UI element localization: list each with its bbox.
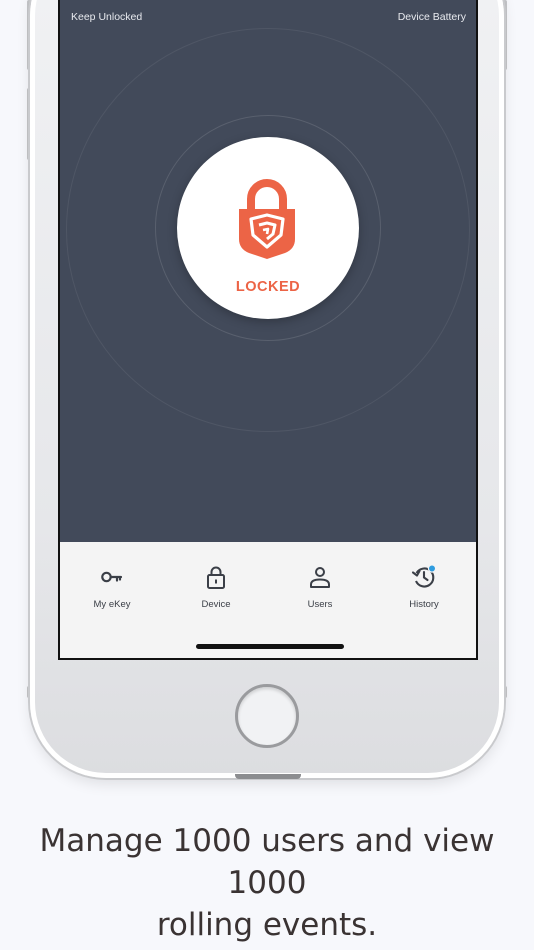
home-button[interactable] [235,684,299,748]
tab-users[interactable]: Users [268,564,372,624]
phone-screen: Keep Unlocked Device Battery LOCKED My e… [58,0,478,660]
history-icon [411,564,437,588]
tab-my-ekey[interactable]: My eKey [60,564,164,624]
caption-line: Manage 1000 users and view 1000 [39,823,495,901]
key-icon [101,571,123,583]
tab-history[interactable]: History [372,564,476,624]
tab-label: My eKey [93,599,131,610]
phone-speaker-notch [235,774,301,779]
bottom-tab-bar: My eKey Device Users History [60,542,476,658]
lock-toggle-button[interactable]: LOCKED [177,137,359,319]
marketing-caption: Manage 1000 users and view 1000 rolling … [0,820,534,946]
notification-dot [427,564,437,573]
keep-unlocked-label[interactable]: Keep Unlocked [71,11,142,23]
app-screen: Keep Unlocked Device Battery LOCKED My e… [60,0,476,658]
device-battery-label[interactable]: Device Battery [398,11,466,23]
user-icon [310,567,330,588]
padlock-shield-icon [239,179,295,259]
home-indicator[interactable] [196,644,344,649]
tab-device[interactable]: Device [164,564,268,624]
tab-label: Device [201,599,231,610]
tab-label: History [409,599,439,610]
app-store-screenshot: Keep Unlocked Device Battery LOCKED My e… [0,0,534,950]
tab-label: Users [307,599,333,610]
lock-icon [207,566,225,589]
caption-line: rolling events. [156,907,378,943]
lock-status-label: LOCKED [235,279,301,295]
